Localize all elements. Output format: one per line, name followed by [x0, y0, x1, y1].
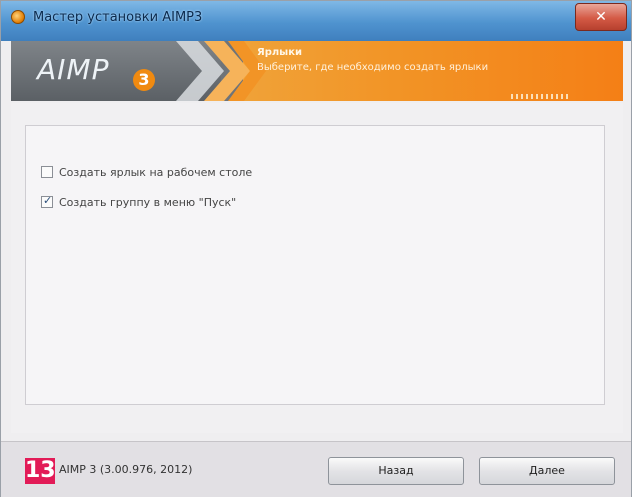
aimp-logo-version: 3: [133, 69, 155, 91]
step-number-badge: 13: [25, 458, 56, 484]
start-menu-group-option[interactable]: Создать группу в меню "Пуск": [41, 194, 236, 210]
aimp-app-icon: [11, 10, 25, 24]
start-menu-group-label: Создать группу в меню "Пуск": [59, 195, 237, 209]
aimp-logo: AIMP: [37, 53, 110, 86]
close-icon: ✕: [595, 9, 607, 25]
start-menu-group-checkbox[interactable]: [41, 194, 53, 208]
desktop-shortcut-checkbox[interactable]: [41, 166, 53, 178]
chevron-arrows-icon: [176, 41, 266, 101]
version-label: AIMP 3 (3.00.976, 2012): [59, 463, 193, 476]
installer-window: Мастер установки AIMP3 ✕ AIMP 3 Ярлыки В…: [0, 0, 632, 497]
step-subtitle: Выберите, где необходимо создать ярлыки: [257, 62, 489, 73]
window-title: Мастер установки AIMP3: [33, 10, 203, 25]
next-button[interactable]: Далее: [479, 457, 615, 485]
back-button[interactable]: Назад: [328, 457, 464, 485]
title-bar: Мастер установки AIMP3 ✕: [1, 1, 631, 41]
step-title: Ярлыки: [257, 47, 303, 58]
desktop-shortcut-option[interactable]: Создать ярлык на рабочем столе: [41, 164, 252, 180]
wizard-header: AIMP 3 Ярлыки Выберите, где необходимо с…: [11, 41, 623, 101]
wizard-footer: 13 AIMP 3 (3.00.976, 2012) Назад Далее: [1, 441, 631, 497]
header-decoration: [511, 94, 571, 99]
desktop-shortcut-label: Создать ярлык на рабочем столе: [59, 165, 253, 179]
close-button[interactable]: ✕: [575, 3, 627, 31]
